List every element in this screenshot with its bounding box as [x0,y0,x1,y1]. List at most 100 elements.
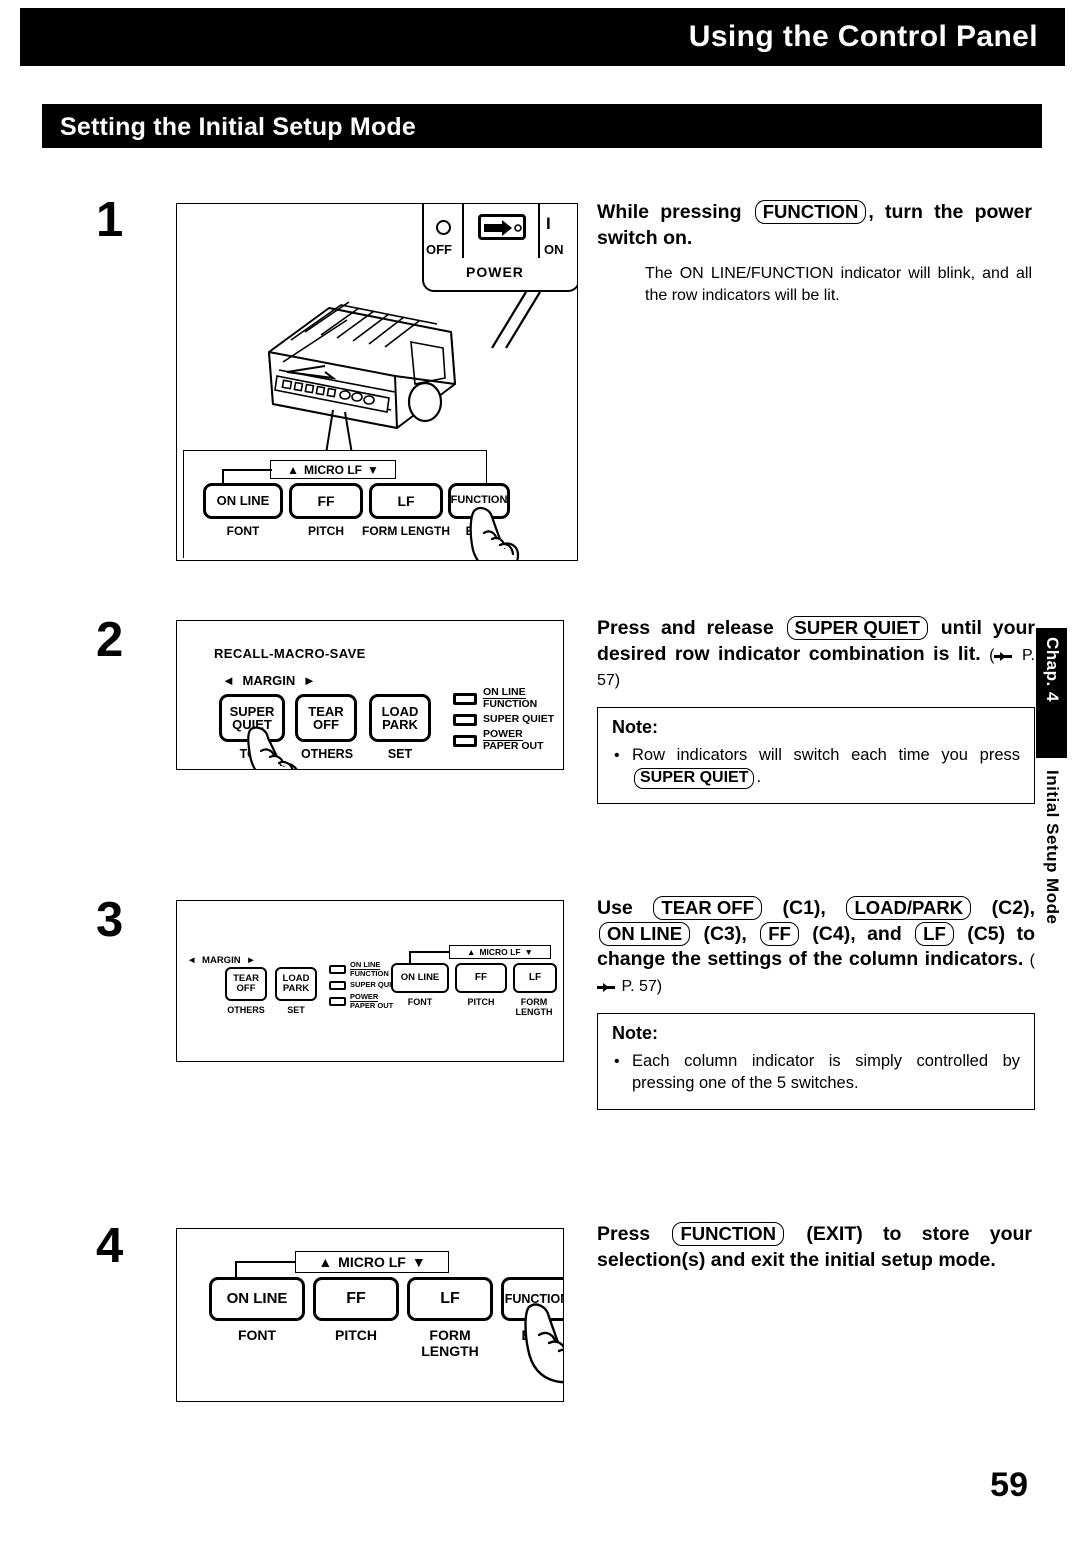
manual-page: Using the Control Panel Setting the Init… [0,0,1080,1542]
panel-button-ff-4[interactable]: FF [313,1277,399,1321]
micro-lf-up-arrow-icon-4: ▲ [318,1254,333,1270]
step-3-note-title: Note: [612,1022,658,1043]
panel-button-sublabel-font-4: FONT [237,1327,277,1343]
panel-button-lf-3[interactable]: LF [513,963,557,993]
side-tab-section: Initial Setup Mode [1036,770,1067,1030]
panel-button-sublabel-others-3: OTHERS [227,1005,265,1015]
panel-button-sublabel-form-length-3: FORM LENGTH [515,997,553,1017]
control-panel-blowup-1: ▲ MICRO LF ▼ ON LINE FONT FF PITCH LF FO… [183,450,520,560]
panel-button-sublabel-pitch-3: PITCH [467,997,495,1007]
step-1-figure: OFF I ON POWER ▲ MICRO LF ▼ ON LINE FONT… [176,203,578,561]
step-number-3: 3 [96,893,124,947]
panel-button-lf-1[interactable]: LF [369,483,443,519]
led-super-quiet-3 [329,981,346,990]
panel-button-sublabel-font-1: FONT [226,524,260,538]
panel-button-ff-3[interactable]: FF [455,963,507,993]
section-title: Setting the Initial Setup Mode [60,113,416,141]
step-3-note: Note: Each column indicator is simply co… [597,1012,1035,1110]
keycap-super-quiet-2[interactable]: SUPER QUIET [786,616,928,640]
keycap-super-quiet-note[interactable]: SUPER QUIET [634,768,755,790]
col-label-c4: (C4), and [812,922,902,945]
recall-macro-save-label: RECALL-MACRO-SAVE [214,646,366,661]
power-switch-callout: OFF I ON POWER [422,204,577,349]
margin-right-arrow-icon: ► [302,673,316,688]
panel-button-sublabel-set-2: SET [387,747,413,761]
col-label-c1: (C1), [782,897,826,919]
step-3-text: Use TEAR OFF (C1), LOAD/PARK (C2), ON LI… [597,896,1035,1110]
pointing-hand-icon-4 [524,1303,563,1384]
keycap-on-line-3[interactable]: ON LINE [599,921,691,946]
keycap-function-1[interactable]: FUNCTION [754,200,867,224]
step-3-figure: ◄ MARGIN ► TEAR OFF OTHERS LOAD PARK SET O… [176,900,564,1062]
pointing-finger-ref-icon-3 [597,983,615,993]
pointing-hand-icon-2 [247,726,298,769]
led-on-line-function-2 [453,693,477,705]
step-4-lead-after: (EXIT) to store your selection(s) and ex… [597,1223,1033,1271]
col-label-c3: (C3), [703,922,747,945]
step-4-lead-before: Press [597,1223,651,1245]
step-3-note-body: Each column indicator is simply controll… [612,1051,1020,1095]
panel-button-lf-4[interactable]: LF [407,1277,493,1321]
panel-button-on-line-4[interactable]: ON LINE [209,1277,305,1321]
panel-button-ff-1[interactable]: FF [289,483,363,519]
led-label-super-quiet-2: SUPER QUIET [483,713,555,725]
led-power-paper-out-2 [453,735,477,747]
power-off-label: OFF [426,242,452,257]
step-3-lead-use: Use [597,897,633,919]
panel-button-sublabel-pitch-1: PITCH [308,524,344,538]
micro-lf-up-arrow-icon-3: ▲ [467,947,476,957]
keycap-lf-3[interactable]: LF [915,921,954,946]
panel-button-load-park-2[interactable]: LOAD PARK [369,694,431,742]
led-label-on-line-function-3: ON LINE FUNCTION [350,960,389,978]
step-2-lead: Press and release SUPER QUIET until your… [597,616,1035,693]
led-label-power-paper-out-3: POWER PAPER OUT [350,992,394,1010]
led-label-power-paper-out-2: POWER PAPER OUT [483,728,544,752]
micro-lf-down-arrow-icon-3: ▼ [524,947,533,957]
panel-button-on-line-1[interactable]: ON LINE [203,483,283,519]
panel-button-load-park-3[interactable]: LOAD PARK [275,967,317,1001]
step-4-lead: Press FUNCTION (EXIT) to store your sele… [597,1222,1032,1273]
led-super-quiet-2 [453,714,477,726]
micro-lf-down-arrow-icon: ▼ [367,462,379,477]
step-4-figure: ▲ MICRO LF ▼ ON LINE FONT FF PITCH LF FO… [176,1228,564,1402]
margin-left-arrow-icon: ◄ [222,673,235,688]
margin-left-arrow-icon-3: ◄ [187,955,197,966]
step-number-2: 2 [96,613,124,667]
keycap-tear-off-3[interactable]: TEAR OFF [653,896,762,920]
step-2-figure: RECALL-MACRO-SAVE ◄ MARGIN ► SUPER QUIET … [176,620,564,770]
micro-lf-indicator-1: ▲ MICRO LF ▼ [270,460,396,479]
keycap-load-park-3[interactable]: LOAD/PARK [846,896,972,920]
panel-button-sublabel-form-length-1: FORM LENGTH [362,524,450,538]
panel-button-on-line-3[interactable]: ON LINE [391,963,449,993]
step-number-1: 1 [96,193,124,247]
pointing-hand-icon [469,507,520,560]
panel-button-sublabel-pitch-4: PITCH [335,1327,377,1343]
printer-illustration [229,292,499,462]
keycap-function-4[interactable]: FUNCTION [672,1222,785,1246]
page-number: 59 [990,1466,1028,1504]
micro-lf-indicator-4: ▲ MICRO LF ▼ [295,1251,449,1273]
led-label-on-line-function-2: ON LINE FUNCTION [483,686,538,710]
pointing-finger-ref-icon [994,651,1013,661]
step-1-lead: While pressing FUNCTION, turn the power … [597,200,1032,251]
step-3-lead: Use TEAR OFF (C1), LOAD/PARK (C2), ON LI… [597,896,1035,999]
margin-right-arrow-icon-3: ► [246,955,256,966]
panel-button-tear-off-3[interactable]: TEAR OFF [225,967,267,1001]
keycap-ff-3[interactable]: FF [760,921,799,946]
step-2-text: Press and release SUPER QUIET until your… [597,616,1035,805]
micro-lf-down-arrow-icon-4: ▼ [411,1254,426,1270]
step-1-lead-before: While pressing [597,201,742,223]
led-on-line-function-3 [329,965,346,974]
micro-lf-indicator-3: ▲ MICRO LF ▼ [449,945,551,959]
panel-button-sublabel-set-3: SET [287,1005,305,1015]
step-2-note: Note: Row indicators will switch each ti… [597,707,1035,805]
side-tab-chapter: Chap. 4 [1036,628,1067,758]
margin-label-2: ◄ MARGIN ► [222,673,316,688]
power-off-symbol-icon [436,220,451,235]
page-title: Using the Control Panel [688,20,1038,53]
step-2-note-body: Row indicators will switch each time you… [612,745,1020,790]
led-power-paper-out-3 [329,997,346,1006]
step-2-lead-before: Press and release [597,617,774,639]
micro-lf-up-arrow-icon: ▲ [287,462,299,477]
step-number-4: 4 [96,1219,124,1273]
